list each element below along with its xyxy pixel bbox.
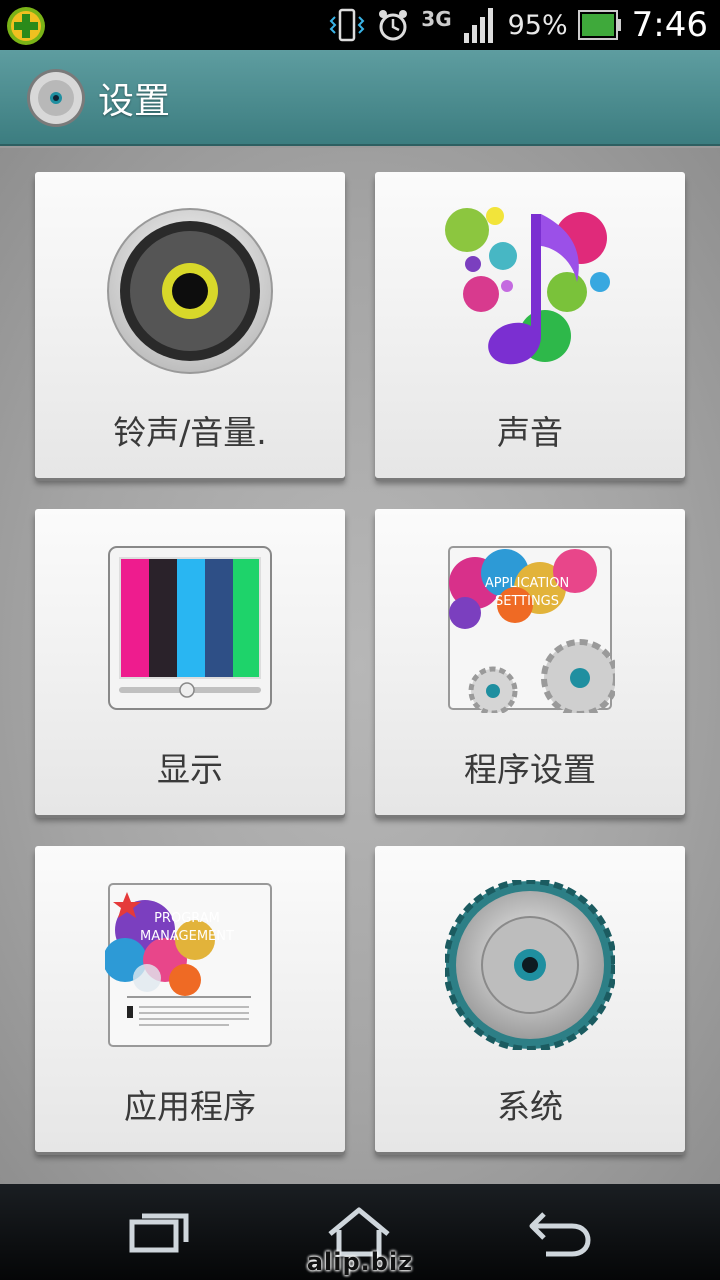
settings-gear-icon[interactable] bbox=[26, 68, 86, 128]
tile-label: 程序设置 bbox=[464, 750, 596, 789]
settings-grid: 铃声/音量. 声音 显示 APPLICATION SETTINGS 程序设置 P… bbox=[0, 148, 720, 1184]
tile-applications[interactable]: PROGRAM MANAGEMENT 应用程序 bbox=[35, 846, 345, 1152]
icon-text-line2: MANAGEMENT bbox=[140, 929, 234, 944]
tile-sound[interactable]: 声音 bbox=[375, 172, 685, 478]
speaker-icon bbox=[107, 208, 273, 374]
icon-text-line2: SETTINGS bbox=[495, 594, 559, 609]
app-notification-icon bbox=[7, 7, 45, 45]
tile-label: 显示 bbox=[157, 750, 223, 789]
signal-strength-icon bbox=[463, 8, 493, 43]
icon-text-line1: APPLICATION bbox=[485, 576, 569, 591]
tile-system[interactable]: 系统 bbox=[375, 846, 685, 1152]
watermark: alip.biz bbox=[306, 1248, 414, 1276]
icon-text-line1: PROGRAM bbox=[154, 911, 220, 926]
system-gear-icon bbox=[445, 880, 615, 1050]
tile-label: 声音 bbox=[497, 413, 563, 452]
music-note-icon bbox=[445, 207, 610, 365]
tile-label: 铃声/音量. bbox=[113, 413, 267, 452]
network-type: 3G bbox=[421, 7, 452, 31]
battery-percent: 95% bbox=[507, 9, 568, 41]
application-settings-icon: APPLICATION SETTINGS bbox=[448, 546, 615, 713]
tile-label: 系统 bbox=[497, 1087, 563, 1126]
tile-application-settings[interactable]: APPLICATION SETTINGS 程序设置 bbox=[375, 509, 685, 815]
display-icon bbox=[108, 546, 272, 710]
action-bar: 设置 bbox=[0, 50, 720, 146]
alarm-icon bbox=[379, 10, 408, 41]
status-bar: 3G 95% 7:46 bbox=[0, 0, 720, 50]
tile-ringtone-volume[interactable]: 铃声/音量. bbox=[35, 172, 345, 478]
tile-label: 应用程序 bbox=[124, 1087, 256, 1126]
page-title: 设置 bbox=[98, 81, 171, 122]
clock: 7:46 bbox=[631, 5, 708, 45]
vibrate-icon bbox=[329, 8, 365, 42]
battery-icon bbox=[577, 10, 621, 40]
tile-display[interactable]: 显示 bbox=[35, 509, 345, 815]
program-management-icon: PROGRAM MANAGEMENT bbox=[105, 883, 272, 1047]
